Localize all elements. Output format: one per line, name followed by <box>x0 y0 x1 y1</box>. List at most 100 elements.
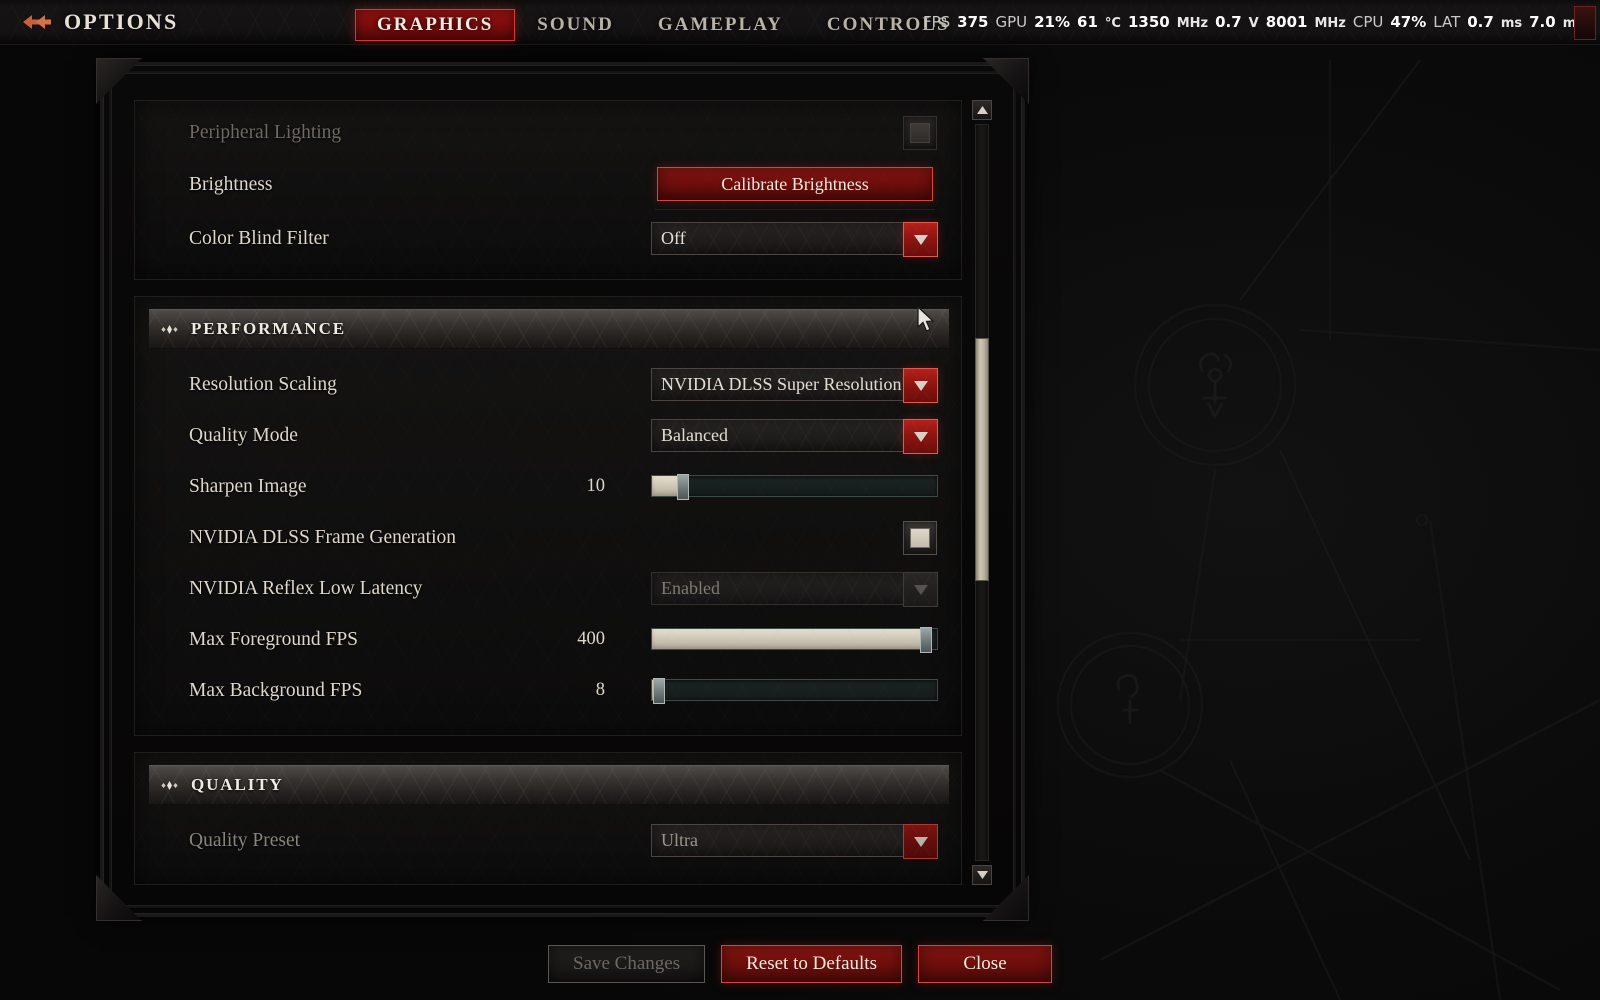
tab-sound[interactable]: SOUND <box>515 9 636 41</box>
display-settings-block: Peripheral Lighting Brightness Calibrate… <box>134 100 962 280</box>
section-header-performance: PERFORMANCE <box>149 309 949 349</box>
perf-overlay-corner-ornament <box>1574 6 1596 40</box>
section-title-performance: PERFORMANCE <box>191 319 346 338</box>
row-sharpen-image: Sharpen Image 10 <box>135 461 963 512</box>
dropdown-quality-mode[interactable]: Balanced <box>651 419 938 454</box>
row-label-quality-mode: Quality Mode <box>189 424 298 446</box>
perf-unit-mem-clock: MHz <box>1314 16 1346 31</box>
row-max-background-fps: Max Background FPS 8 <box>135 665 963 716</box>
settings-panel: Peripheral Lighting Brightness Calibrate… <box>96 58 1029 921</box>
settings-scroll-content: Peripheral Lighting Brightness Calibrate… <box>134 100 992 885</box>
dropdown-color-blind-filter[interactable]: Off <box>651 222 938 257</box>
slider-value-max-background-fps: 8 <box>595 680 605 700</box>
slider-handle[interactable] <box>919 627 932 653</box>
section-title-quality: QUALITY <box>191 775 284 794</box>
perf-key-cpu: CPU <box>1352 13 1384 31</box>
row-color-blind-filter: Color Blind Filter Off <box>135 213 963 264</box>
chevron-down-icon[interactable] <box>903 572 938 607</box>
tab-graphics[interactable]: GRAPHICS <box>355 9 516 41</box>
performance-settings-block: PERFORMANCE Resolution Scaling NVIDIA DL… <box>134 296 962 736</box>
row-resolution-scaling: Resolution Scaling NVIDIA DLSS Super Res… <box>135 359 963 410</box>
perf-value-lat2: 7.0 <box>1529 13 1556 31</box>
perf-key-fps: FPS <box>922 13 951 31</box>
perf-key-lat: LAT <box>1433 13 1461 31</box>
chevron-down-icon[interactable] <box>903 222 938 257</box>
diamond-cluster-icon <box>161 324 178 334</box>
quality-settings-block: QUALITY Quality Preset Ultra <box>134 752 962 885</box>
perf-key-gpu: GPU <box>995 13 1028 31</box>
row-label-resolution-scaling: Resolution Scaling <box>189 373 337 395</box>
save-changes-button[interactable]: Save Changes <box>548 945 706 983</box>
double-arrow-icon <box>23 15 51 29</box>
reset-to-defaults-button[interactable]: Reset to Defaults <box>721 945 902 983</box>
footer-button-bar: Save Changes Reset to Defaults Close <box>0 942 1600 986</box>
diamond-cluster-icon <box>161 780 178 790</box>
slider-handle[interactable] <box>653 678 666 704</box>
section-header-quality: QUALITY <box>149 765 949 805</box>
perf-value-lat: 0.7 <box>1467 13 1494 31</box>
dropdown-resolution-scaling[interactable]: NVIDIA DLSS Super Resolution <box>651 368 938 403</box>
settings-scrollbar[interactable] <box>972 100 992 885</box>
slider-max-foreground-fps[interactable] <box>651 627 938 653</box>
slider-max-background-fps[interactable] <box>651 678 938 704</box>
perf-unit-gpu-voltage: V <box>1248 16 1259 31</box>
dropdown-quality-preset[interactable]: Ultra <box>651 824 938 859</box>
tab-bar: GRAPHICS SOUND GAMEPLAY CONTROLS <box>355 9 972 41</box>
close-button[interactable]: Close <box>917 945 1052 983</box>
row-divider <box>655 209 935 210</box>
checkbox-peripheral-lighting[interactable] <box>903 116 937 150</box>
dropdown-value-reflex-low-latency: Enabled <box>661 578 720 598</box>
row-peripheral-lighting: Peripheral Lighting <box>135 107 963 158</box>
perf-value-mem-clock: 8001 <box>1265 13 1308 31</box>
performance-metrics-overlay: FPS 375 GPU 21% 61 °C 1350 MHz 0.7 V 8001 MH… <box>923 13 1584 31</box>
tab-gameplay[interactable]: GAMEPLAY <box>636 9 805 41</box>
chevron-down-icon[interactable] <box>903 368 938 403</box>
perf-value-gpu-voltage: 0.7 <box>1215 13 1242 31</box>
row-reflex-low-latency: NVIDIA Reflex Low Latency Enabled <box>135 563 963 614</box>
top-navigation-bar: OPTIONS GRAPHICS SOUND GAMEPLAY CONTROLS… <box>0 0 1600 45</box>
perf-value-gpu-load: 21% <box>1034 13 1071 31</box>
scrollbar-thumb[interactable] <box>975 338 989 581</box>
row-label-max-background-fps: Max Background FPS <box>189 679 363 701</box>
dropdown-value-quality-preset: Ultra <box>661 830 698 850</box>
options-title-group: OPTIONS <box>22 9 178 35</box>
scroll-down-button[interactable] <box>972 865 992 885</box>
dropdown-value-resolution-scaling: NVIDIA DLSS Super Resolution <box>661 374 902 394</box>
dropdown-value-quality-mode: Balanced <box>661 425 728 445</box>
row-max-foreground-fps: Max Foreground FPS 400 <box>135 614 963 665</box>
slider-handle[interactable] <box>677 474 690 500</box>
scroll-up-button[interactable] <box>972 100 992 120</box>
checkbox-fill <box>910 528 930 548</box>
row-quality-mode: Quality Mode Balanced <box>135 410 963 461</box>
row-brightness: Brightness Calibrate Brightness <box>135 159 963 210</box>
chevron-down-icon[interactable] <box>903 419 938 454</box>
row-label-quality-preset: Quality Preset <box>189 829 301 851</box>
perf-value-gpu-temp: 61 <box>1077 13 1098 31</box>
perf-unit-gpu-clock: MHz <box>1176 16 1209 31</box>
slider-sharpen-image[interactable] <box>651 474 938 500</box>
perf-value-gpu-clock: 1350 <box>1127 13 1170 31</box>
options-screen: OPTIONS GRAPHICS SOUND GAMEPLAY CONTROLS… <box>0 0 1600 1000</box>
slider-value-max-foreground-fps: 400 <box>577 629 605 649</box>
row-label-dlss-frame-generation: NVIDIA DLSS Frame Generation <box>189 526 456 548</box>
perf-value-fps: 375 <box>957 13 989 31</box>
calibrate-brightness-button[interactable]: Calibrate Brightness <box>657 167 933 201</box>
dropdown-reflex-low-latency[interactable]: Enabled <box>651 572 938 607</box>
page-title: OPTIONS <box>64 9 179 34</box>
row-label-brightness: Brightness <box>189 173 273 195</box>
row-label-sharpen-image: Sharpen Image <box>189 475 307 497</box>
row-label-peripheral-lighting: Peripheral Lighting <box>189 121 342 143</box>
row-quality-preset: Quality Preset Ultra <box>135 815 963 866</box>
chevron-down-icon[interactable] <box>903 824 938 859</box>
row-label-color-blind-filter: Color Blind Filter <box>189 227 329 249</box>
row-dlss-frame-generation: NVIDIA DLSS Frame Generation <box>135 512 963 563</box>
slider-value-sharpen-image: 10 <box>586 476 606 496</box>
row-label-reflex-low-latency: NVIDIA Reflex Low Latency <box>189 577 423 599</box>
perf-unit-lat: ms <box>1500 16 1523 31</box>
slider-fill <box>652 629 926 649</box>
checkbox-dlss-frame-generation[interactable] <box>903 521 937 555</box>
checkbox-fill <box>910 123 930 143</box>
dropdown-value-color-blind-filter: Off <box>661 228 686 248</box>
row-label-max-foreground-fps: Max Foreground FPS <box>189 628 359 650</box>
perf-unit-gpu-temp: °C <box>1104 16 1121 31</box>
